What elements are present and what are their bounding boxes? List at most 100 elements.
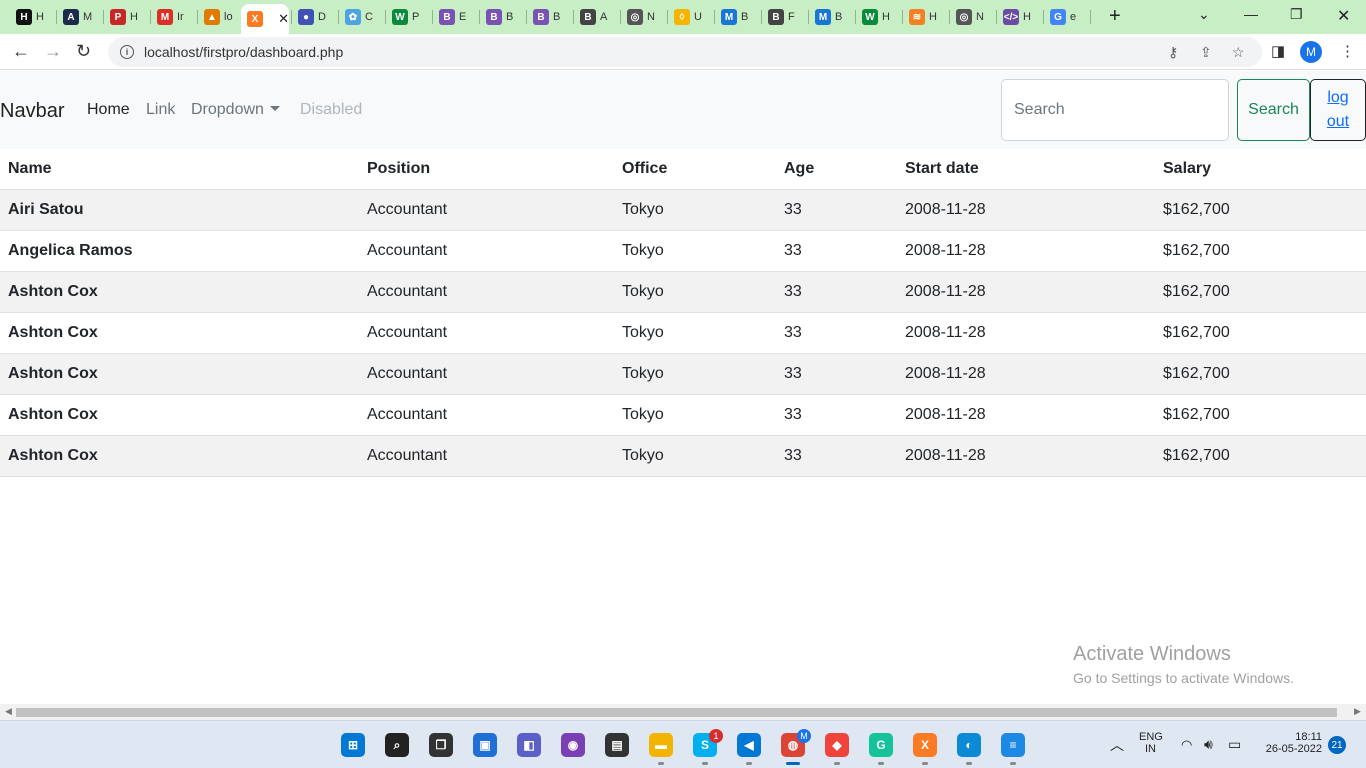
volume-icon[interactable]: 🔊︎: [1204, 736, 1213, 753]
browser-tab[interactable]: AM: [57, 6, 103, 28]
new-tab-button[interactable]: +: [1109, 5, 1121, 28]
browser-tab[interactable]: M Ir: [151, 6, 197, 28]
battery-icon[interactable]: ▭: [1228, 736, 1241, 753]
browser-tab[interactable]: HH: [10, 6, 56, 28]
table-cell: $162,700: [1155, 271, 1366, 313]
browser-tab[interactable]: BB: [480, 6, 526, 28]
site-info-icon[interactable]: i: [120, 45, 134, 59]
browser-tab[interactable]: ▲ lo: [198, 6, 244, 28]
nav-link-link[interactable]: Link: [146, 101, 175, 119]
watermark-subtitle: Go to Settings to activate Windows.: [1073, 670, 1294, 686]
restore-button[interactable]: ❐: [1290, 6, 1303, 23]
running-indicator: [658, 762, 664, 765]
browser-tab[interactable]: BE: [433, 6, 479, 28]
notification-badge[interactable]: 21: [1328, 736, 1346, 754]
search-input[interactable]: [1001, 79, 1229, 141]
github-desktop-icon[interactable]: ◉: [561, 733, 585, 757]
browser-tab[interactable]: WP: [386, 6, 432, 28]
bookmark-star-icon[interactable]: ☆: [1232, 44, 1245, 61]
clock[interactable]: 18:11 26-05-2022: [1260, 731, 1322, 755]
column-header: Age: [776, 149, 897, 190]
horizontal-scrollbar[interactable]: ◀ ▶: [0, 704, 1366, 720]
minimize-button[interactable]: —: [1244, 6, 1258, 22]
tray-overflow-chevron-icon[interactable]: ︿: [1110, 735, 1124, 755]
browser-tab[interactable]: BF: [762, 6, 808, 28]
table-cell: 2008-11-28: [897, 271, 1155, 313]
tab-separator: [1090, 10, 1091, 24]
browser-menu-icon[interactable]: ⋮: [1340, 42, 1355, 60]
tab-title: H: [130, 11, 138, 23]
browser-tab[interactable]: PH: [104, 6, 150, 28]
back-button[interactable]: ←: [12, 41, 30, 62]
logout-link[interactable]: log out: [1323, 86, 1353, 134]
share-icon[interactable]: ⇪: [1200, 44, 1212, 61]
tab-close-icon[interactable]: ✕: [278, 11, 289, 27]
tab-search-chevron-icon[interactable]: ⌄: [1198, 6, 1210, 23]
browser-tab[interactable]: ◎ N: [621, 6, 667, 28]
browser-tab[interactable]: </> H: [997, 6, 1043, 28]
tab-title: H: [882, 11, 890, 23]
tab-favicon-icon: H: [16, 9, 32, 25]
running-indicator: [878, 762, 884, 765]
widgets-icon[interactable]: ▣: [473, 733, 497, 757]
tab-title: H: [36, 11, 44, 23]
store-icon[interactable]: ▤: [605, 733, 629, 757]
scroll-left-arrow-icon[interactable]: ◀: [5, 706, 12, 717]
tab-favicon-icon: W: [862, 9, 878, 25]
browser-tab[interactable]: ● D: [292, 6, 338, 28]
table-cell: Accountant: [359, 353, 614, 395]
tab-title: P: [412, 11, 420, 23]
grammarly-icon[interactable]: G: [869, 733, 893, 757]
language-line-2: IN: [1145, 743, 1156, 755]
forward-button[interactable]: →: [44, 41, 62, 62]
language-indicator[interactable]: ENG IN: [1139, 731, 1163, 755]
wifi-icon[interactable]: ◠: [1181, 737, 1192, 753]
browser-tab[interactable]: ◎ N: [950, 6, 996, 28]
tab-title: e: [1070, 11, 1077, 23]
language-line-1: ENG: [1139, 731, 1163, 743]
page-content: Navbar Home Link Dropdown Disabled Searc…: [0, 71, 1366, 704]
close-window-button[interactable]: ✕: [1337, 6, 1350, 26]
nav-dropdown[interactable]: Dropdown: [191, 101, 280, 119]
browser-tab[interactable]: ✿ C: [339, 6, 385, 28]
logout-button[interactable]: log out: [1310, 79, 1366, 141]
browser-tab[interactable]: ≋ H: [903, 6, 949, 28]
table-cell: $162,700: [1155, 312, 1366, 354]
notepad-icon[interactable]: ≡: [1001, 733, 1025, 757]
xampp-icon[interactable]: X: [913, 733, 937, 757]
employee-table: Name Position Office Age Start date Salary Ai…: [0, 149, 1366, 477]
reload-button[interactable]: ↻: [76, 41, 91, 62]
edge-icon[interactable]: ◐: [957, 733, 981, 757]
browser-tab[interactable]: MB: [809, 6, 855, 28]
address-bar[interactable]: i localhost/firstpro/dashboard.php ⚷ ⇪ ☆: [108, 37, 1262, 67]
browser-tab[interactable]: BB: [527, 6, 573, 28]
teams-chat-icon[interactable]: ◧: [517, 733, 541, 757]
vscode-icon[interactable]: ◀: [737, 733, 761, 757]
url-text[interactable]: localhost/firstpro/dashboard.php: [144, 44, 343, 60]
browser-tab[interactable]: Ge: [1044, 6, 1090, 28]
browser-tab[interactable]: X ✕: [241, 4, 289, 34]
table-row: Ashton Cox Accountant Tokyo 33 2008-11-28 $16…: [0, 394, 1366, 436]
windows-start-icon[interactable]: ⊞: [341, 733, 365, 757]
profile-avatar[interactable]: M: [1300, 41, 1322, 63]
file-explorer-icon[interactable]: ▬: [649, 733, 673, 757]
nav-link-home[interactable]: Home: [87, 101, 130, 119]
table-cell: Tokyo: [614, 435, 776, 477]
running-indicator: [966, 762, 972, 765]
password-key-icon[interactable]: ⚷: [1168, 44, 1178, 61]
navbar-brand[interactable]: Navbar: [0, 100, 64, 123]
task-view-icon[interactable]: ❐: [429, 733, 453, 757]
search-icon[interactable]: ⌕: [385, 733, 409, 757]
table-cell: 2008-11-28: [897, 189, 1155, 231]
browser-tab[interactable]: MB: [715, 6, 761, 28]
anydesk-icon[interactable]: ◆: [825, 733, 849, 757]
table-cell: Accountant: [359, 189, 614, 231]
scroll-right-arrow-icon[interactable]: ▶: [1354, 706, 1361, 717]
browser-tab[interactable]: BA: [574, 6, 620, 28]
taskbar-badge: 1: [709, 729, 723, 743]
search-button[interactable]: Search: [1237, 79, 1310, 141]
scrollbar-thumb[interactable]: [16, 708, 1337, 717]
side-panel-icon[interactable]: ◨: [1271, 42, 1285, 60]
browser-tab[interactable]: ◊ U: [668, 6, 714, 28]
browser-tab[interactable]: WH: [856, 6, 902, 28]
